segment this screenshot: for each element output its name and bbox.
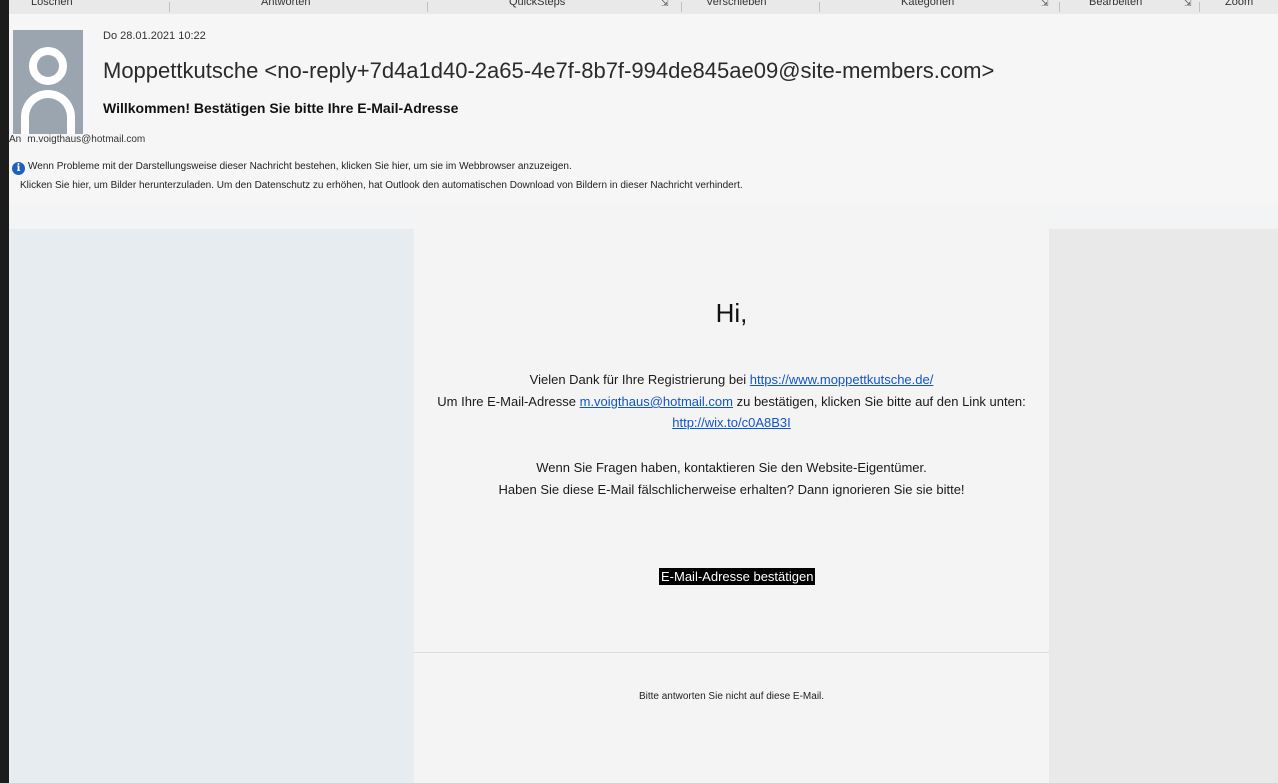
info-icon: i xyxy=(12,162,25,175)
ribbon-group-zoom[interactable]: Zoom xyxy=(1225,0,1253,8)
blocked-image-area-right xyxy=(1049,229,1278,783)
ribbon-separator xyxy=(681,2,682,12)
confirm-text-pre: Um Ihre E-Mail-Adresse xyxy=(437,394,580,409)
sender-name[interactable]: Moppettkutsche <no-reply+7d4a1d40-2a65-4… xyxy=(103,58,994,84)
sender-avatar-icon xyxy=(13,30,83,134)
ribbon-separator xyxy=(427,2,428,12)
ribbon-group-move[interactable]: Verschieben xyxy=(706,0,767,8)
ignore-text: Haben Sie diese E-Mail fälschlicherweise… xyxy=(498,482,965,497)
greeting: Hi, xyxy=(715,298,748,328)
edit-launcher-icon[interactable]: ⇲ xyxy=(1184,0,1192,9)
confirm-link-line: http://wix.to/c0A8B3I xyxy=(414,415,1049,430)
site-link[interactable]: https://www.moppettkutsche.de/ xyxy=(750,372,934,387)
ribbon-separator xyxy=(819,2,820,12)
ribbon-group-quicksteps[interactable]: QuickSteps xyxy=(509,0,565,8)
recipient-address[interactable]: m.voigthaus@hotmail.com xyxy=(27,134,145,145)
email-link[interactable]: m.voigthaus@hotmail.com xyxy=(580,394,733,409)
info-bar-download-images[interactable]: Klicken Sie hier, um Bilder herunterzula… xyxy=(20,180,743,191)
confirm-line: Um Ihre E-Mail-Adresse m.voigthaus@hotma… xyxy=(414,394,1049,409)
info-bar[interactable]: i Wenn Probleme mit der Darstellungsweise… xyxy=(12,161,572,175)
blocked-image-area xyxy=(9,229,414,783)
confirm-email-button[interactable]: E-Mail-Adresse bestätigen xyxy=(659,568,816,585)
ribbon-group-respond[interactable]: Antworten xyxy=(261,0,311,8)
divider xyxy=(414,652,1049,653)
thanks-line: Vielen Dank für Ihre Registrierung bei h… xyxy=(414,372,1049,387)
ribbon-group-categories[interactable]: Kategorien xyxy=(901,0,954,8)
message-body: Hi, Vielen Dank für Ihre Registrierung b… xyxy=(9,204,1278,783)
confirm-link[interactable]: http://wix.to/c0A8B3I xyxy=(672,415,791,430)
ribbon-group-labels: Löschen Antworten QuickSteps ⇲ Verschieb… xyxy=(9,0,1278,15)
message-date: Do 28.01.2021 10:22 xyxy=(103,30,206,42)
email-content: Hi, Vielen Dank für Ihre Registrierung b… xyxy=(414,204,1049,783)
message-subject: Willkommen! Bestätigen Sie bitte Ihre E-… xyxy=(103,100,459,116)
questions-text: Wenn Sie Fragen haben, kontaktieren Sie … xyxy=(536,460,927,475)
categories-launcher-icon[interactable]: ⇲ xyxy=(1041,0,1049,9)
ribbon-group-edit[interactable]: Bearbeiten xyxy=(1089,0,1142,8)
photo-bezel xyxy=(0,0,9,783)
recipient-row: An m.voigthaus@hotmail.com xyxy=(9,134,145,145)
ribbon-group-delete[interactable]: Löschen xyxy=(31,0,73,8)
footer-note: Bitte antworten Sie nicht auf diese E-Ma… xyxy=(638,691,825,702)
thanks-text: Vielen Dank für Ihre Registrierung bei xyxy=(529,372,750,387)
quicksteps-launcher-icon[interactable]: ⇲ xyxy=(661,0,669,9)
confirm-text-post: zu bestätigen, klicken Sie bitte auf den… xyxy=(732,394,1026,409)
info-bar-browser-text[interactable]: Wenn Probleme mit der Darstellungsweise … xyxy=(28,161,572,172)
ribbon-separator xyxy=(169,2,170,12)
to-label: An xyxy=(9,134,22,145)
ribbon-separator xyxy=(1199,2,1200,12)
ribbon-separator xyxy=(1059,2,1060,12)
message-header: Do 28.01.2021 10:22 Moppettkutsche <no-r… xyxy=(9,14,1278,204)
